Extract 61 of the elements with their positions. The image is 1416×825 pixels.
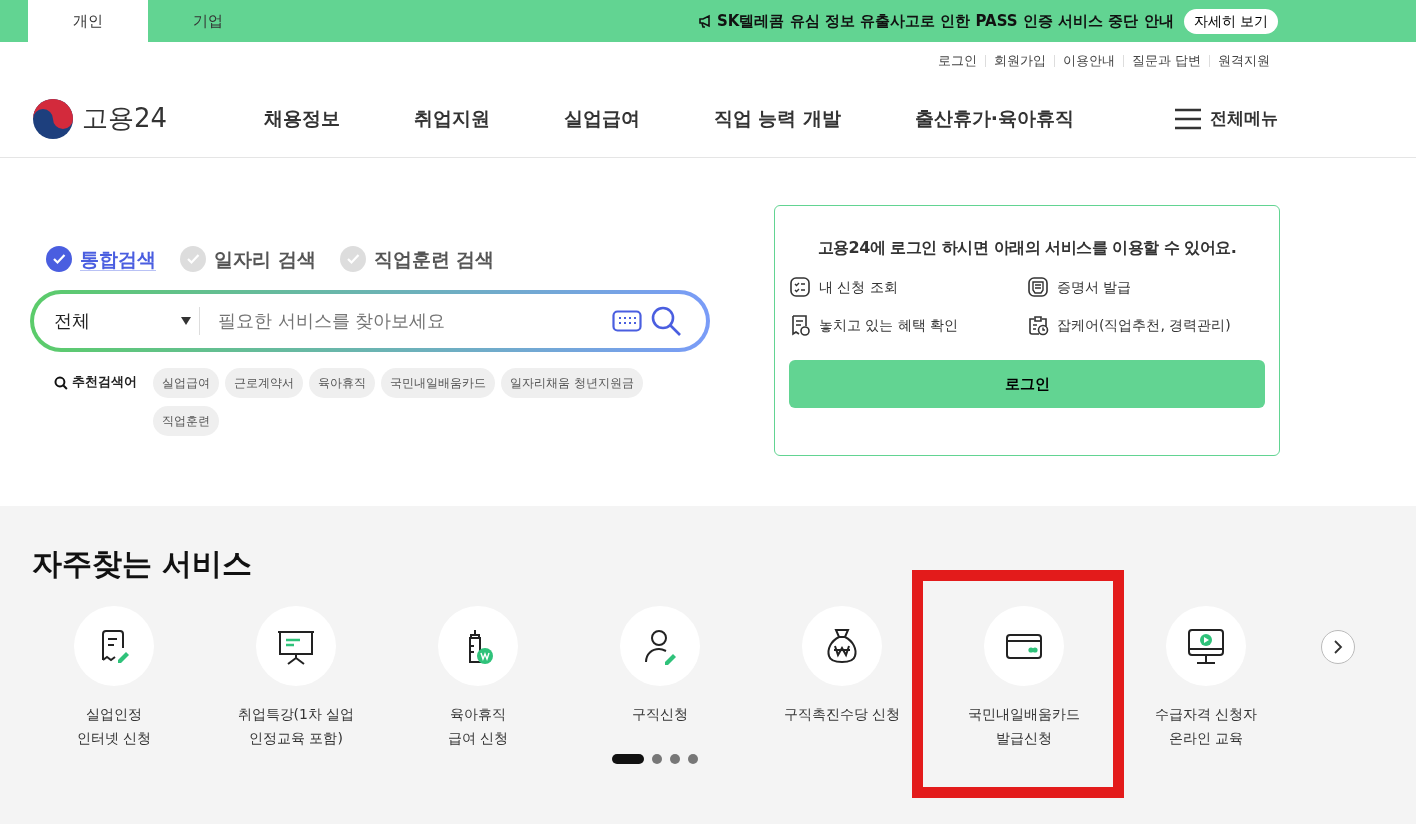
keyword-chip[interactable]: 근로계약서 [224,367,303,398]
login-button[interactable]: 로그인 [789,360,1265,408]
utility-link[interactable]: 회원가입 [984,55,1054,67]
pager-dot[interactable] [688,754,698,764]
utility-link[interactable]: 질문과 답변 [1122,55,1209,67]
nav-link[interactable]: 채용정보 [264,104,340,133]
check-circle-icon[interactable] [339,246,366,273]
nav-link[interactable]: 직업 능력 개발 [713,104,841,133]
menu-icon [1174,107,1202,130]
service-label[interactable]: 취업특강(1차 실업 인정교육 포함) [237,702,355,750]
section-title: 자주찾는 서비스 [31,546,254,582]
utility-link[interactable]: 원격지원 [1209,55,1278,67]
benefit-icon [789,314,811,336]
nav-link[interactable]: 출산휴가·육아휴직 [914,104,1074,133]
search-type-option[interactable]: 통합검색 [80,245,156,274]
service-label[interactable]: 육아휴직 급여 신청 [447,702,509,750]
search-icon[interactable] [650,304,682,337]
chevron-right-icon [1333,640,1343,654]
keyword-chip[interactable]: 육아휴직 [308,367,375,398]
utility-link[interactable]: 이용안내 [1053,55,1123,67]
details-button[interactable]: 자세히 보기 [1183,8,1278,34]
check-circle-icon[interactable] [180,246,206,273]
service-label[interactable]: 수급자격 신청자 온라인 교육 [1154,702,1258,750]
search-type-option[interactable]: 직업훈련 검색 [373,245,495,274]
pager-dot[interactable] [670,754,680,764]
nav-link[interactable]: 취업지원 [413,104,490,133]
logo-text[interactable]: 고용24 [82,99,168,138]
keyboard-icon[interactable] [612,309,642,332]
service-label[interactable]: 국민내일배움카드 발급신청 [968,702,1080,750]
list-icon [789,276,811,298]
service-link[interactable]: 놓치고 있는 혜택 확인 [819,314,959,336]
megaphone-icon [698,14,713,28]
check-circle-icon[interactable] [46,246,72,273]
keyword-chip[interactable]: 직업훈련 [152,405,219,436]
service-label[interactable]: 구직신청 [632,702,688,726]
service-label[interactable]: 구직촉진수당 신청 [783,702,901,726]
keyword-chip[interactable]: 실업급여 [152,367,219,398]
monitor-icon [1186,626,1226,666]
search-icon [54,375,68,390]
logo-icon[interactable] [32,97,74,140]
login-prompt: 고용24에 로그인 하시면 아래의 서비스를 이용할 수 있어요. [816,237,1238,259]
service-link[interactable]: 증명서 발급 [1057,276,1132,298]
recommended-label: 추천검색어 [71,372,137,391]
pager-dot[interactable] [652,754,662,764]
nav-link[interactable]: 실업급여 [563,104,640,133]
dropdown-caret-icon [181,316,191,325]
keyword-chip[interactable]: 국민내일배움카드 [380,367,495,398]
service-link[interactable]: 잡케어(직업추천, 경력관리) [1057,314,1231,336]
clipboard-icon [1027,314,1049,336]
search-type-option[interactable]: 일자리 검색 [214,245,316,274]
next-button[interactable] [1321,630,1355,664]
keyword-chip[interactable]: 일자리채움 청년지원금 [500,367,643,398]
user-tab[interactable]: 개인 [28,0,148,42]
service-link[interactable]: 내 신청 조회 [819,276,898,298]
notice-text: SK텔레콤 유심 정보 유출사고로 인한 PASS 인증 서비스 중단 안내 [716,10,1174,32]
all-menu-link[interactable]: 전체메뉴 [1174,105,1278,132]
certificate-icon [1027,276,1049,298]
utility-link[interactable]: 로그인 [929,55,985,67]
user-tab[interactable]: 기업 [148,0,268,42]
category-dropdown[interactable]: 전체 [50,306,200,335]
service-label[interactable]: 실업인정 인터넷 신청 [76,702,152,750]
